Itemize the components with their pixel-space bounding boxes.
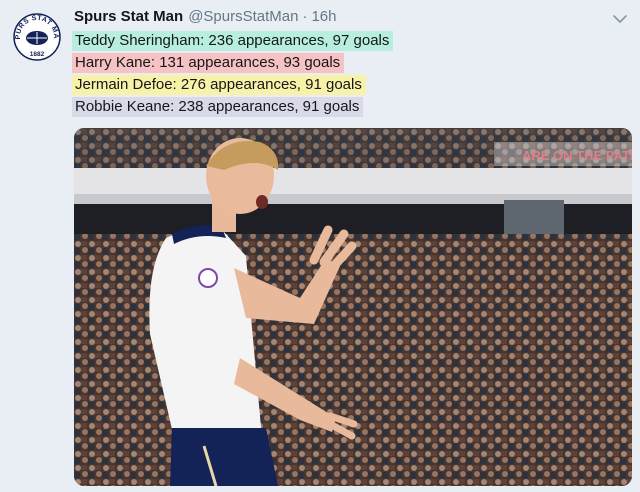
avatar[interactable]: SPURS STAT MAN 1882	[9, 7, 62, 62]
tweet-text: Teddy Sheringham: 236 appearances, 97 go…	[72, 31, 394, 119]
stat-line-defoe: Jermain Defoe: 276 appearances, 91 goals	[72, 75, 366, 95]
tweet-card[interactable]: SPURS STAT MAN 1882 Spurs Stat Man @Spur…	[0, 0, 640, 492]
stat-line-sheringham: Teddy Sheringham: 236 appearances, 97 go…	[72, 31, 394, 51]
separator-dot: ·	[302, 8, 308, 25]
tweet-menu-button[interactable]	[612, 12, 628, 24]
football-celebration-photo: ARE ON THE PATH	[74, 128, 632, 486]
stat-line-keane: Robbie Keane: 238 appearances, 91 goals	[72, 97, 364, 117]
tweet-header: Spurs Stat Man @SpursStatMan · 16h	[74, 8, 337, 30]
timestamp[interactable]: 16h	[311, 8, 336, 25]
tweet-photo[interactable]: ARE ON THE PATH	[74, 128, 632, 486]
display-name[interactable]: Spurs Stat Man	[74, 8, 183, 25]
chevron-down-icon	[613, 15, 627, 23]
spurs-stat-man-logo-icon: SPURS STAT MAN 1882	[9, 7, 61, 61]
user-handle[interactable]: @SpursStatMan	[188, 8, 298, 25]
avatar-text-bottom: 1882	[30, 51, 45, 58]
stat-line-kane: Harry Kane: 131 appearances, 93 goals	[72, 53, 345, 73]
